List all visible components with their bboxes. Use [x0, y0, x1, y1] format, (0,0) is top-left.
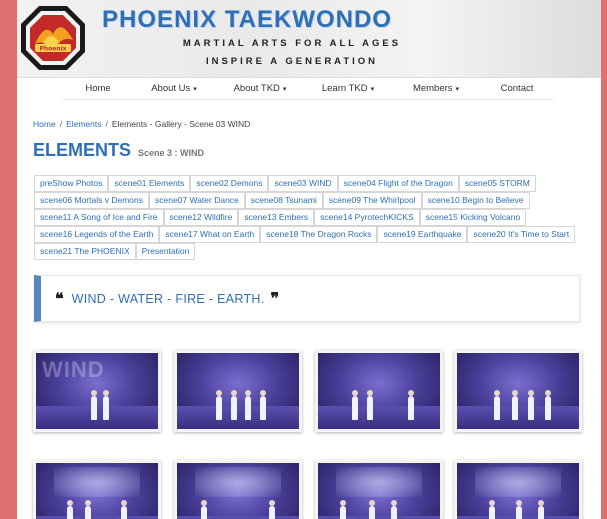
nav-item-about-tkd[interactable]: About TKD ▾	[215, 80, 305, 100]
scene-link-19[interactable]: scene19 Earthquake	[377, 226, 468, 243]
gallery-photo[interactable]	[174, 460, 302, 519]
tagline-secondary: INSPIRE A GENERATION	[205, 56, 379, 67]
site-title: PHOENIX TAEKWONDO	[102, 6, 392, 33]
scene-link-04[interactable]: scene04 Flight of the Dragon	[337, 175, 459, 192]
tagline-primary: MARTIAL ARTS FOR ALL AGES	[182, 38, 402, 49]
main-nav: Home About Us ▾ About TKD ▾ Learn TKD ▾ Mem…	[63, 80, 553, 100]
scene-link-11[interactable]: scene11 A Song of Ice and Fire	[34, 209, 164, 226]
nav-label: Contact	[500, 83, 534, 94]
logo-text: Phoenix	[39, 46, 66, 53]
nav-item-contact[interactable]: Contact	[481, 80, 553, 100]
breadcrumb-current: Elements - Gallery - Scene 03 WIND	[111, 119, 251, 129]
nav-label: Learn TKD	[321, 83, 368, 94]
quote-text: WIND - WATER - FIRE - EARTH.	[71, 291, 265, 306]
gallery-photo[interactable]	[454, 350, 582, 432]
quote-box: ❝ WIND - WATER - FIRE - EARTH. ❞	[34, 275, 580, 322]
chevron-down-icon: ▾	[193, 86, 197, 93]
header-banner: Phoenix PHOENIX TAEKWONDO MARTIAL ARTS F…	[17, 0, 601, 78]
nav-label: Members	[412, 83, 453, 94]
nav-item-members[interactable]: Members ▾	[391, 80, 481, 100]
breadcrumb-separator: /	[105, 119, 108, 129]
page-subtitle: Scene 3 : WIND	[138, 148, 205, 158]
scene-link-02[interactable]: scene02 Demons	[190, 175, 269, 192]
scene-link-17[interactable]: scene17 What on Earth	[159, 226, 261, 243]
scene-link-16[interactable]: scene16 Legends of the Earth	[34, 226, 160, 243]
scene-link-21[interactable]: scene21 The PHOENIX	[34, 243, 136, 260]
chevron-down-icon: ▾	[370, 86, 375, 93]
breadcrumb-home-link[interactable]: Home	[33, 119, 56, 129]
chevron-down-icon: ▾	[282, 86, 287, 93]
nav-item-about-us[interactable]: About Us ▾	[133, 80, 215, 100]
scene-link-14[interactable]: scene14 PyrotechKICKS	[314, 209, 420, 226]
breadcrumb: Home / Elements / Elements - Gallery - Scene…	[33, 119, 250, 129]
breadcrumb-separator: /	[59, 119, 63, 129]
scene-link-18[interactable]: scene18 The Dragon Rocks	[260, 226, 378, 243]
scene-link-08[interactable]: scene08 Tsunami	[244, 192, 323, 209]
chevron-down-icon: ▾	[455, 86, 460, 93]
quote-close-icon: ❞	[270, 289, 280, 308]
scene-link-preshow[interactable]: preShow Photos	[34, 175, 109, 192]
scene-link-03[interactable]: scene03 WIND	[268, 175, 338, 192]
page: Phoenix PHOENIX TAEKWONDO MARTIAL ARTS F…	[17, 0, 601, 519]
quote-open-icon: ❝	[55, 289, 64, 308]
scene-link-13[interactable]: scene13 Embers	[238, 209, 315, 226]
gallery-photo[interactable]: WIND	[33, 350, 161, 432]
photo-overlay-text: WIND	[42, 357, 105, 382]
breadcrumb-elements-link[interactable]: Elements	[66, 119, 101, 129]
scene-links: preShow Photos scene01 Elements scene02 …	[34, 175, 582, 260]
nav-label: About TKD	[233, 83, 280, 94]
gallery-photo[interactable]	[315, 350, 443, 432]
gallery-photo[interactable]	[454, 460, 582, 519]
scene-link-05[interactable]: scene05 STORM	[458, 175, 536, 192]
scene-link-15[interactable]: scene15 Kicking Volcano	[419, 209, 527, 226]
nav-label: About Us	[151, 83, 191, 94]
scene-link-01[interactable]: scene01 Elements	[108, 175, 191, 192]
scene-link-10[interactable]: scene10 Begin to Believe	[421, 192, 530, 209]
scene-link-presentation[interactable]: Presentation	[135, 243, 196, 260]
page-title: ELEMENTS Scene 3 : WIND	[33, 140, 204, 161]
scene-link-07[interactable]: scene07 Water Dance	[149, 192, 245, 209]
nav-item-learn-tkd[interactable]: Learn TKD ▾	[305, 80, 391, 100]
scene-link-20[interactable]: scene20 It's Time to Start	[467, 226, 576, 243]
gallery-photo[interactable]	[174, 350, 302, 432]
nav-label: Home	[85, 83, 111, 94]
scene-link-12[interactable]: scene12 Wildfire	[163, 209, 239, 226]
nav-item-home[interactable]: Home	[63, 80, 133, 100]
gallery-photo[interactable]	[33, 460, 161, 519]
gallery-photo[interactable]	[315, 460, 443, 519]
page-title-text: ELEMENTS	[33, 140, 132, 160]
scene-link-06[interactable]: scene06 Mortals v Demons	[34, 192, 149, 209]
phoenix-logo[interactable]: Phoenix	[19, 4, 87, 72]
scene-link-09[interactable]: scene09 The Whirlpool	[322, 192, 422, 209]
